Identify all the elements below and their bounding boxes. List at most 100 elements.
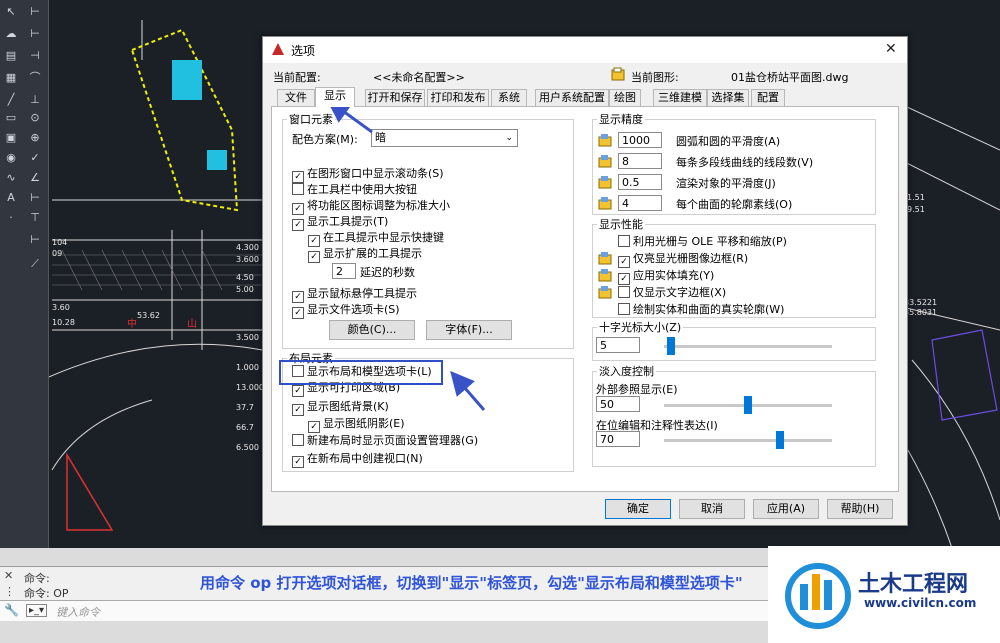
region-icon[interactable]: ▣ [3,130,19,146]
drag-handle-icon[interactable]: ⋮ [4,585,15,598]
checkbox[interactable]: ✓ [292,171,304,183]
checkbox[interactable]: ✓ [618,273,630,285]
tab-plot-publish[interactable]: 打印和发布 [427,89,489,106]
checkbox-label: 显示文件选项卡(S) [307,303,400,316]
checkbox[interactable]: ✓ [292,291,304,303]
shortcut-keys-option[interactable]: ✓ 在工具提示中显示快捷键 [308,231,444,247]
paper-shadow-option[interactable]: ✓ 显示图纸阴影(E) [308,417,405,433]
colors-button[interactable]: 颜色(C)... [329,320,415,340]
checkbox[interactable] [292,434,304,446]
checkbox[interactable] [292,183,304,195]
checkbox[interactable] [618,303,630,315]
pointer-icon[interactable]: ↖ [3,4,19,20]
paper-background-option[interactable]: ✓ 显示图纸背景(K) [292,400,389,416]
checkbox[interactable]: ✓ [308,251,320,263]
dim-radius-icon[interactable]: ⊙ [27,110,43,126]
line-icon[interactable]: ╱ [3,92,19,108]
quick-dim-icon[interactable]: ⊢ [27,190,43,206]
render-smoothness-input[interactable]: 0.5 [618,174,662,190]
command-input[interactable]: 键入命令 [56,604,100,620]
fonts-button[interactable]: 字体(F)... [426,320,512,340]
baseline-icon[interactable]: ⊤ [27,210,43,226]
print-icon[interactable]: ▦ [3,70,19,86]
create-viewport-option[interactable]: ✓ 在新布局中创建视口(N) [292,452,423,468]
color-scheme-select[interactable]: 暗 ⌄ [371,129,518,147]
tab-file[interactable]: 文件 [277,89,315,106]
dim-linear-icon[interactable]: ⊢ [27,26,43,42]
raster-ole-option[interactable]: 利用光栅与 OLE 平移和缩放(P) [618,235,787,249]
cloud-icon[interactable]: ☁ [3,26,19,42]
xref-fade-input[interactable]: 50 [596,396,640,412]
circle-icon[interactable]: ◉ [3,150,19,166]
tooltips-option[interactable]: ✓ 显示工具提示(T) [292,215,388,231]
tab-profiles[interactable]: 配置 [751,89,785,106]
rect-icon[interactable]: ▭ [3,110,19,126]
file-tabs-option[interactable]: ✓ 显示文件选项卡(S) [292,303,400,319]
crosshair-size-input[interactable]: 5 [596,337,640,353]
wrench-icon[interactable]: 🔧 [4,603,19,617]
scrollbar-option[interactable]: ✓ 在图形窗口中显示滚动条(S) [292,167,444,183]
dim-angle-icon[interactable]: ∠ [27,170,43,186]
polyline-segments-input[interactable]: 8 [618,153,662,169]
crosshair-slider-thumb[interactable] [667,337,676,355]
ok-button[interactable]: 确定 [605,499,671,519]
checkbox[interactable]: ✓ [292,307,304,319]
xref-fade-slider-thumb[interactable] [744,396,752,414]
help-button[interactable]: 帮助(H) [827,499,893,519]
cancel-button[interactable]: 取消 [679,499,745,519]
layer-icon[interactable]: ▤ [3,48,19,64]
dim-ordinate-icon[interactable]: ⊥ [27,92,43,108]
command-input-bar[interactable]: 🔧 ▸_▾ 键入命令 [0,600,768,621]
ribbon-icon-size-option[interactable]: ✓ 将功能区图标调整为标准大小 [292,199,450,215]
cad-label: 5.00 [236,285,254,294]
tab-drafting[interactable]: 绘图 [609,89,641,106]
checkbox[interactable]: ✓ [292,456,304,468]
checkbox[interactable]: ✓ [308,421,320,433]
rollover-tooltips-option[interactable]: ✓ 显示鼠标悬停工具提示 [292,287,417,303]
contour-lines-input[interactable]: 4 [618,195,662,211]
cad-label: 9.51 [907,205,925,214]
checkbox[interactable]: ✓ [292,203,304,215]
checkbox[interactable]: ✓ [292,219,304,231]
tab-display[interactable]: 显示 [315,87,355,107]
true-silhouettes-option[interactable]: 绘制实体和曲面的真实轮廓(W) [618,303,784,317]
text-frame-option[interactable]: 仅显示文字边框(X) [618,286,726,300]
checkbox[interactable]: ✓ [308,235,320,247]
solid-fill-option[interactable]: ✓ 应用实体填充(Y) [618,269,714,285]
point-icon[interactable]: · [3,210,19,226]
continue-icon[interactable]: ⊢ [27,232,43,248]
dim-icon[interactable]: ⊢ [27,4,43,20]
delay-seconds-label: 延迟的秒数 [360,266,415,279]
dim-diameter-icon[interactable]: ⊕ [27,130,43,146]
large-buttons-option[interactable]: 在工具栏中使用大按钮 [292,183,417,197]
apply-button[interactable]: 应用(A) [753,499,819,519]
dim-arc-icon[interactable]: ⌒ [27,70,43,86]
inplace-edit-slider-thumb[interactable] [776,431,784,449]
dim-aligned-icon[interactable]: ⊣ [27,48,43,64]
checkbox[interactable]: ✓ [292,404,304,416]
checkbox[interactable]: ✓ [618,256,630,268]
tab-3d-modeling[interactable]: 三维建模 [653,89,707,106]
page-setup-manager-option[interactable]: 新建布局时显示页面设置管理器(G) [292,434,478,448]
close-icon[interactable]: ✕ [885,41,897,57]
tab-selection[interactable]: 选择集 [707,89,749,106]
checkbox[interactable] [618,235,630,247]
raster-frame-option[interactable]: ✓ 仅亮显光栅图像边框(R) [618,252,748,268]
text-icon[interactable]: A [3,190,19,206]
arc-smoothness-input[interactable]: 1000 [618,132,662,148]
close-icon[interactable]: ✕ [4,569,13,582]
check-icon[interactable]: ✓ [27,150,43,166]
crosshair-slider-track[interactable] [664,345,832,348]
tab-user-preferences[interactable]: 用户系统配置 [535,89,609,106]
extended-tooltips-option[interactable]: ✓ 显示扩展的工具提示 [308,247,422,263]
checkbox[interactable]: ✓ [292,385,304,397]
inplace-edit-slider-track[interactable] [664,439,832,442]
inplace-edit-fade-input[interactable]: 70 [596,431,640,447]
checkbox[interactable] [618,286,630,298]
delay-seconds-input[interactable]: 2 [332,263,356,279]
polyline-icon[interactable]: ∿ [3,170,19,186]
tab-system[interactable]: 系统 [491,89,527,106]
tab-open-save[interactable]: 打开和保存 [365,89,425,106]
dim-edit-icon[interactable]: ⟋ [27,256,43,272]
command-prompt-icon[interactable]: ▸_▾ [26,604,48,617]
